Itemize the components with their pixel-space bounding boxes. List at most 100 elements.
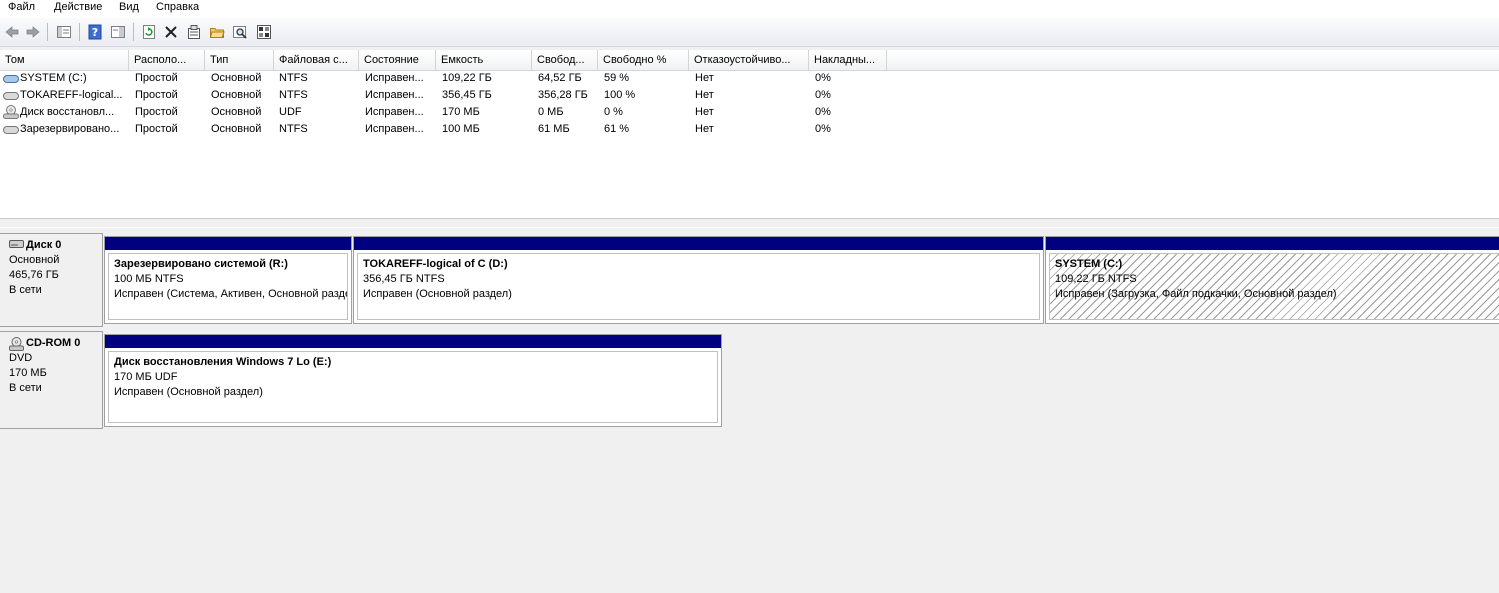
cell-volume: TOKAREFF-logical... xyxy=(20,89,123,101)
help-icon[interactable]: ? xyxy=(85,22,105,42)
properties-pane-icon[interactable] xyxy=(108,22,128,42)
toolbar: ? xyxy=(0,18,1499,47)
cell-percent-free: 61 % xyxy=(604,123,630,135)
cell-fault-tolerance: Нет xyxy=(695,89,714,101)
disk-type: DVD xyxy=(9,352,33,364)
cell-fault-tolerance: Нет xyxy=(695,123,714,135)
search-icon[interactable] xyxy=(230,22,250,42)
column-header-type[interactable]: Тип xyxy=(205,50,274,70)
column-header-free-space[interactable]: Свобод... xyxy=(532,50,598,70)
show-hide-tree-icon[interactable] xyxy=(54,22,74,42)
cell-status: Исправен... xyxy=(365,72,424,84)
menu-bar: Файл Действие Вид Справка xyxy=(0,0,1499,18)
export-icon[interactable] xyxy=(254,22,274,42)
disk-map-pane: Диск 0 Основной 465,76 ГБ В сети Зарезер… xyxy=(0,228,1499,593)
table-row[interactable]: SYSTEM (C:) Простой Основной NTFS Исправ… xyxy=(0,70,1499,87)
table-row[interactable]: Зарезервировано... Простой Основной NTFS… xyxy=(0,121,1499,138)
column-header-layout[interactable]: Располо... xyxy=(129,50,205,70)
pane-splitter[interactable] xyxy=(0,218,1499,228)
partition-size: 170 МБ UDF xyxy=(114,371,178,383)
cell-capacity: 100 МБ xyxy=(442,123,480,135)
cd-drive-icon xyxy=(9,337,24,351)
table-row[interactable]: TOKAREFF-logical... Простой Основной NTF… xyxy=(0,87,1499,104)
column-header-capacity[interactable]: Емкость xyxy=(436,50,532,70)
cell-capacity: 109,22 ГБ xyxy=(442,72,492,84)
table-row[interactable]: Диск восстановл... Простой Основной UDF … xyxy=(0,104,1499,121)
properties-icon[interactable] xyxy=(184,22,204,42)
column-header-overhead[interactable]: Накладны... xyxy=(809,50,887,70)
menu-help[interactable]: Справка xyxy=(156,1,199,13)
partition-name: TOKAREFF-logical of C (D:) xyxy=(363,258,508,270)
cell-free-space: 64,52 ГБ xyxy=(538,72,582,84)
volume-drive-icon xyxy=(3,75,19,83)
disk-size: 170 МБ xyxy=(9,367,47,379)
cell-volume: SYSTEM (C:) xyxy=(20,72,87,84)
cell-type: Основной xyxy=(211,123,262,135)
column-header-percent-free[interactable]: Свободно % xyxy=(598,50,689,70)
cell-volume: Зарезервировано... xyxy=(20,123,120,135)
partition-tokareff-d[interactable]: TOKAREFF-logical of C (D:) 356,45 ГБ NTF… xyxy=(353,236,1044,324)
disk-status: В сети xyxy=(9,382,42,394)
hard-disk-icon xyxy=(9,240,24,248)
cell-percent-free: 0 % xyxy=(604,106,623,118)
column-header-status[interactable]: Состояние xyxy=(359,50,436,70)
cell-free-space: 61 МБ xyxy=(538,123,570,135)
cell-capacity: 356,45 ГБ xyxy=(442,89,492,101)
cell-fault-tolerance: Нет xyxy=(695,72,714,84)
volume-drive-icon xyxy=(3,92,19,100)
forward-arrow-icon[interactable] xyxy=(23,22,43,42)
cell-type: Основной xyxy=(211,89,262,101)
column-header-fault-tolerance[interactable]: Отказоустойчиво... xyxy=(689,50,809,70)
cell-free-space: 0 МБ xyxy=(538,106,564,118)
cell-filesystem: NTFS xyxy=(279,72,308,84)
cell-percent-free: 59 % xyxy=(604,72,630,84)
partition-name: Диск восстановления Windows 7 Lo (E:) xyxy=(114,356,332,368)
menu-action[interactable]: Действие xyxy=(54,1,102,13)
refresh-icon[interactable] xyxy=(139,22,159,42)
partition-bar xyxy=(354,237,1043,250)
cell-type: Основной xyxy=(211,72,262,84)
volume-list: Том Располо... Тип Файловая с... Состоян… xyxy=(0,50,1499,218)
cell-overhead: 0% xyxy=(815,72,831,84)
partition-size: 109,22 ГБ NTFS xyxy=(1055,273,1137,285)
partition-bar xyxy=(1046,237,1499,250)
partition-recovery-e[interactable]: Диск восстановления Windows 7 Lo (E:) 17… xyxy=(104,334,722,427)
cell-capacity: 170 МБ xyxy=(442,106,480,118)
menu-view[interactable]: Вид xyxy=(119,1,139,13)
disk-size: 465,76 ГБ xyxy=(9,269,59,281)
partition-reserved-r[interactable]: Зарезервировано системой (R:) 100 МБ NTF… xyxy=(104,236,352,324)
partition-name: SYSTEM (C:) xyxy=(1055,258,1123,270)
disk-0-label[interactable]: Диск 0 Основной 465,76 ГБ В сети xyxy=(0,233,103,327)
partition-bar xyxy=(105,237,351,250)
cdrom-0-label[interactable]: CD-ROM 0 DVD 170 МБ В сети xyxy=(0,331,103,429)
cell-layout: Простой xyxy=(135,89,178,101)
cell-layout: Простой xyxy=(135,72,178,84)
disk-name: Диск 0 xyxy=(26,239,62,251)
cell-filesystem: NTFS xyxy=(279,123,308,135)
volume-drive-icon xyxy=(3,126,19,134)
cell-volume: Диск восстановл... xyxy=(20,106,115,118)
delete-icon[interactable] xyxy=(161,22,181,42)
cell-filesystem: UDF xyxy=(279,106,302,118)
disk-type: Основной xyxy=(9,254,60,266)
cell-filesystem: NTFS xyxy=(279,89,308,101)
cell-overhead: 0% xyxy=(815,89,831,101)
cell-status: Исправен... xyxy=(365,123,424,135)
column-header-filesystem[interactable]: Файловая с... xyxy=(274,50,359,70)
open-icon[interactable] xyxy=(207,22,227,42)
column-header-volume[interactable]: Том xyxy=(0,50,129,70)
partition-size: 356,45 ГБ NTFS xyxy=(363,273,445,285)
cell-percent-free: 100 % xyxy=(604,89,636,101)
partition-status: Исправен (Система, Активен, Основной раз… xyxy=(114,288,348,300)
menu-file[interactable]: Файл xyxy=(8,1,35,13)
partition-status: Исправен (Основной раздел) xyxy=(114,386,263,398)
cell-type: Основной xyxy=(211,106,262,118)
partition-system-c[interactable]: SYSTEM (C:) 109,22 ГБ NTFS Исправен (Заг… xyxy=(1045,236,1499,324)
partition-status: Исправен (Основной раздел) xyxy=(363,288,512,300)
cell-status: Исправен... xyxy=(365,89,424,101)
partition-status: Исправен (Загрузка, Файл подкачки, Основ… xyxy=(1055,288,1337,300)
cell-layout: Простой xyxy=(135,106,178,118)
partition-size: 100 МБ NTFS xyxy=(114,273,184,285)
back-arrow-icon[interactable] xyxy=(2,22,22,42)
partition-bar xyxy=(105,335,721,348)
